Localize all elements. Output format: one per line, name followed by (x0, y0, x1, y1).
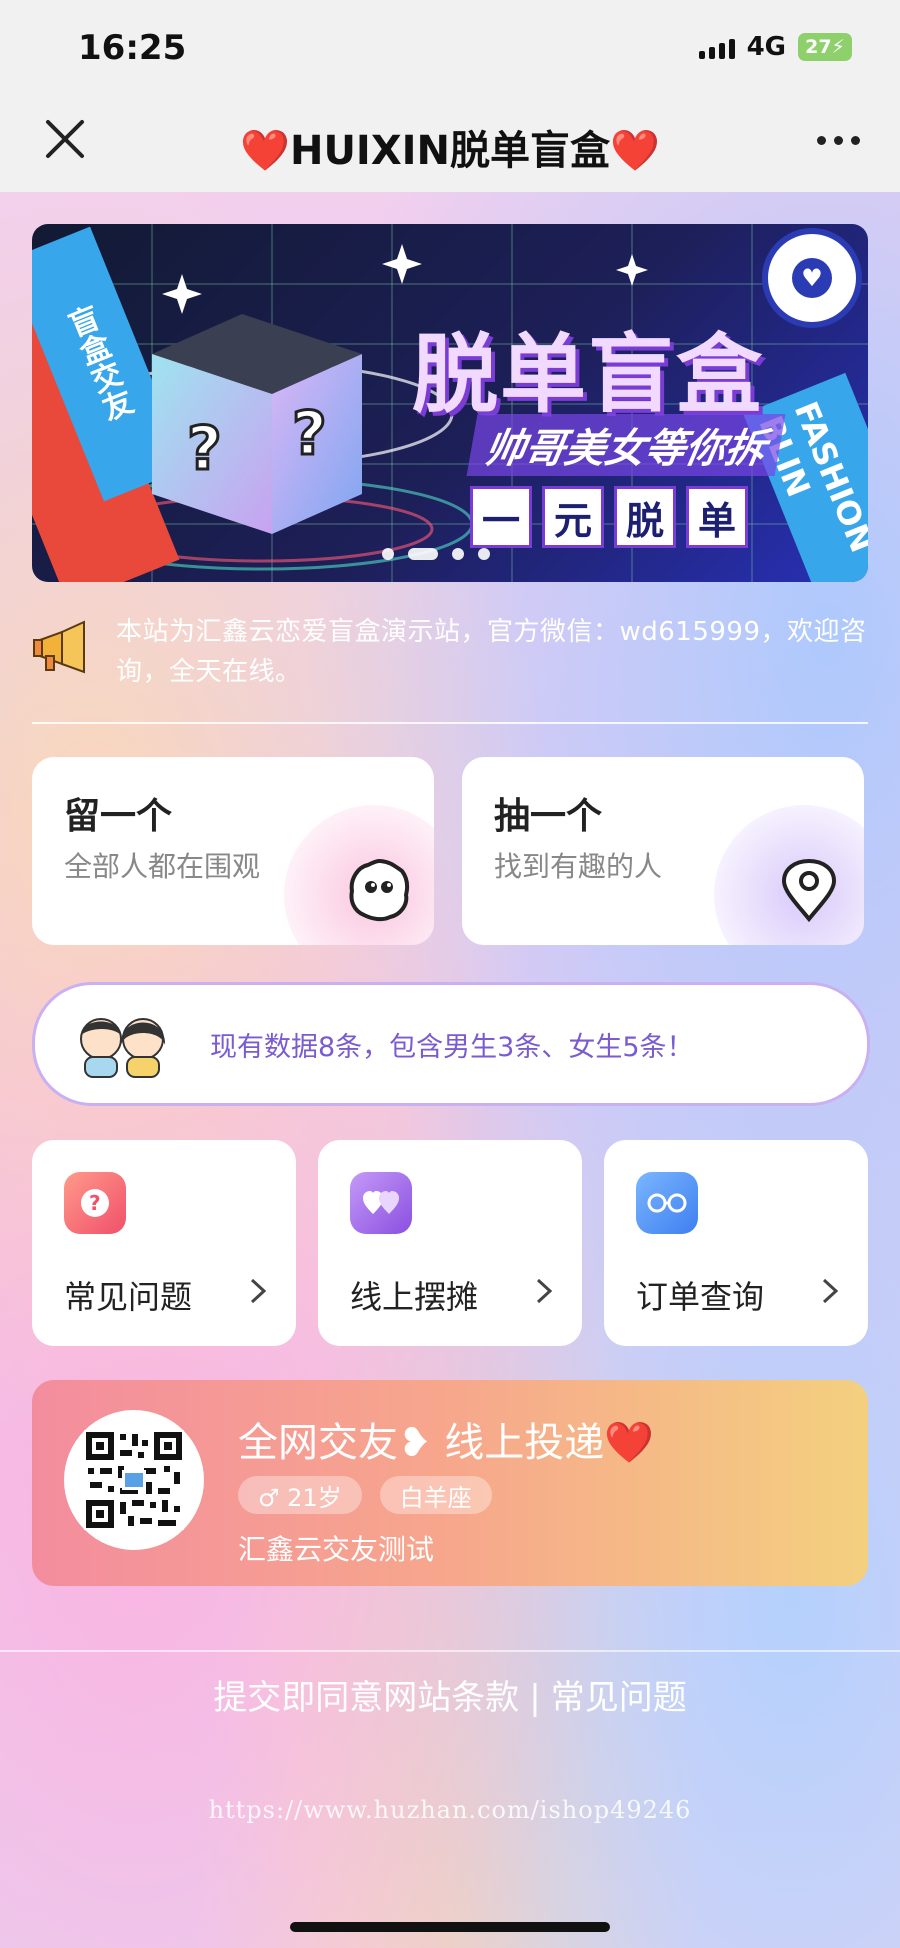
online-stall-label: 线上摆摊 (350, 1278, 479, 1316)
stats-text: 现有数据8条，包含男生3条、女生5条！ (210, 1032, 694, 1063)
mystery-box-icon: ? ? (152, 314, 362, 534)
battery-icon: 27 ⚡ (798, 33, 852, 61)
banner-title: 脱单盲盒 (412, 325, 764, 425)
notice-bar: 本站为汇鑫云恋爱盲盒演示站，官方微信：wd615999，欢迎咨询，全天在线。 (32, 612, 868, 702)
footer-divider (0, 1650, 900, 1652)
carousel-dot[interactable] (382, 548, 394, 560)
svg-text:?: ? (89, 1191, 101, 1215)
banner-tag-char: 单 (686, 486, 748, 548)
faq-link[interactable]: 常见问题 (551, 1678, 687, 1718)
leave-one-card[interactable]: 留一个 全部人都在围观 (32, 757, 434, 945)
qr-code-icon (64, 1410, 204, 1550)
nav-bar: ❤️HUIXIN脱单盲盒❤️ (0, 96, 900, 192)
banner-tag-char: 脱 (614, 486, 676, 548)
hearts-icon (350, 1172, 412, 1234)
banner-tag: 一 元 脱 单 (470, 486, 748, 548)
status-time: 16:25 (78, 28, 187, 68)
card-subtitle: 找到有趣的人 (494, 850, 663, 883)
chevron-right-icon (250, 1278, 267, 1304)
divider (32, 722, 868, 724)
zodiac-badge: 白羊座 (379, 1476, 492, 1514)
faq-link-card[interactable]: ? 常见问题 (32, 1140, 296, 1346)
battery-level: 27 (805, 36, 832, 58)
order-query-label: 订单查询 (636, 1278, 765, 1316)
banner-carousel[interactable]: 盲盒交友 FASHION BLIN ♥ ? ? 脱单盲盒 帅哥美女等你拆 一 元 (32, 224, 868, 582)
megaphone-icon (33, 620, 85, 674)
glasses-icon (636, 1172, 698, 1234)
watermark-url: https://www.huzhan.com/ishop49246 (208, 1796, 692, 1824)
status-indicators: 4G 27 ⚡ (698, 32, 852, 62)
face-icon (349, 858, 410, 922)
chevron-right-icon (822, 1278, 839, 1304)
banner-subtitle: 帅哥美女等你拆 (466, 414, 786, 476)
draw-one-card[interactable]: 抽一个 找到有趣的人 (462, 757, 864, 945)
svg-text:?: ? (292, 399, 327, 469)
fashion-badge-icon: ♥ (762, 228, 862, 328)
profile-tags: ♂ 21岁 白羊座 (238, 1476, 492, 1514)
footer-links: 提交即同意网站条款 | 常见问题 (0, 1670, 900, 1719)
age-badge: ♂ 21岁 (238, 1476, 362, 1514)
banner-tag-char: 一 (470, 486, 532, 548)
faq-label: 常见问题 (64, 1278, 193, 1316)
card-subtitle: 全部人都在围观 (64, 850, 261, 883)
profile-card[interactable]: 全网交友❥ 线上投递❤️ ♂ 21岁 白羊座 汇鑫云交友测试 (32, 1380, 868, 1586)
location-pin-icon (781, 858, 837, 923)
signal-icon (698, 35, 735, 59)
notice-text: 本站为汇鑫云恋爱盲盒演示站，官方微信：wd615999，欢迎咨询，全天在线。 (116, 617, 867, 687)
stats-banner: 现有数据8条，包含男生3条、女生5条！ (32, 982, 870, 1106)
home-indicator (290, 1922, 610, 1932)
couple-avatar-icon (80, 1018, 166, 1078)
profile-title: 全网交友❥ 线上投递❤️ (238, 1420, 655, 1466)
footer-separator: | (529, 1678, 541, 1718)
network-type: 4G (746, 32, 786, 62)
page-content: 盲盒交友 FASHION BLIN ♥ ? ? 脱单盲盒 帅哥美女等你拆 一 元 (0, 192, 900, 1948)
card-title: 留一个 (64, 796, 173, 837)
question-icon: ? (64, 1172, 126, 1234)
carousel-dots (382, 548, 490, 560)
carousel-dot[interactable] (452, 548, 464, 560)
card-title: 抽一个 (494, 796, 603, 837)
page-title: ❤️HUIXIN脱单盲盒❤️ (240, 128, 660, 174)
online-stall-link-card[interactable]: 线上摆摊 (318, 1140, 582, 1346)
terms-link[interactable]: 提交即同意网站条款 (213, 1678, 519, 1718)
chevron-right-icon (536, 1278, 553, 1304)
more-icon[interactable] (817, 136, 860, 145)
status-bar: 16:25 4G 27 ⚡ (0, 0, 900, 96)
banner-tag-char: 元 (542, 486, 604, 548)
carousel-dot[interactable] (478, 548, 490, 560)
svg-text:?: ? (187, 414, 222, 484)
carousel-dot-active[interactable] (408, 548, 438, 560)
order-query-link-card[interactable]: 订单查询 (604, 1140, 868, 1346)
profile-name: 汇鑫云交友测试 (238, 1533, 435, 1566)
